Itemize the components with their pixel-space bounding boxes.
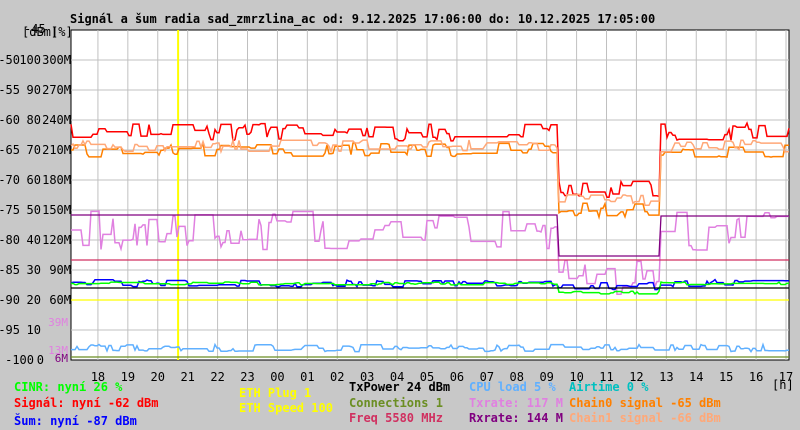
legend-chain0: Chain0 signal -65 dBm — [569, 396, 721, 410]
x-tick-label: 22 — [210, 370, 224, 384]
x-tick-label: 02 — [330, 370, 344, 384]
y-tick-m: 300M — [42, 53, 71, 67]
y-tick-pct: 70 — [27, 143, 41, 157]
y-tick-m: 90M — [49, 263, 71, 277]
legend-airtime: Airtime 0 % — [569, 380, 649, 394]
side-label: 6M — [55, 352, 69, 365]
x-tick-label: 14 — [689, 370, 703, 384]
legend-rxrate: Rxrate: 144 M — [469, 411, 563, 425]
y-tick-dbm: -75 — [0, 203, 20, 217]
legend-freq: Freq 5580 MHz — [349, 411, 443, 425]
x-tick-label: 21 — [180, 370, 194, 384]
y-tick-dbm: -95 — [0, 323, 20, 337]
y-tick-pct: 90 — [27, 83, 41, 97]
y-tick-dbm: -55 — [0, 83, 20, 97]
y-tick-pct: 60 — [27, 173, 41, 187]
y-tick-pct: 20 — [27, 293, 41, 307]
legend-cpu: CPU load 5 % — [469, 380, 556, 394]
x-tick-label: 00 — [270, 370, 284, 384]
x-tick-label: 20 — [151, 370, 165, 384]
y-tick-m: 210M — [42, 143, 71, 157]
y-tick-m: 120M — [42, 233, 71, 247]
y-tick-pct: 40 — [27, 233, 41, 247]
legend-signal: Signál: nyní -62 dBm — [14, 396, 159, 410]
y-tick-dbm: -80 — [0, 233, 20, 247]
y-tick-m: 180M — [42, 173, 71, 187]
y-tick-m: 150M — [42, 203, 71, 217]
legend-noise: Šum: nyní -87 dBm — [14, 414, 137, 428]
signal-noise-chart: [dBm] [%] -45 -50 100 300M -55 90 270M -60 80 240M -… — [0, 0, 800, 430]
x-tick-label: 23 — [240, 370, 254, 384]
x-tick-label: 16 — [749, 370, 763, 384]
y-tick-pct: 0 — [37, 353, 44, 367]
y-unit-pct: [%] — [51, 25, 73, 39]
legend-txrate: Txrate: 117 M — [469, 396, 563, 410]
plot-svg: [dBm][%]-45-50 100 300M-55 90 270M-60 80 240M-… — [0, 22, 794, 392]
legend-connections: Connections 1 — [349, 396, 443, 410]
y-tick-pct: 100 — [19, 53, 41, 67]
x-tick-label: 13 — [659, 370, 673, 384]
side-label: 39M — [48, 316, 68, 329]
y-tick-pct: 30 — [27, 263, 41, 277]
legend-txpower: TxPower 24 dBm — [349, 380, 451, 394]
x-tick-label: 15 — [719, 370, 733, 384]
y-tick-dbm: -60 — [0, 113, 20, 127]
y-tick-dbm: -70 — [0, 173, 20, 187]
y-tick-m: 60M — [49, 293, 71, 307]
y-tick-pct: 80 — [27, 113, 41, 127]
chart-title: Signál a šum radia sad_zmrzlina_ac od: 9… — [70, 12, 656, 26]
y-tick-pct: 50 — [27, 203, 41, 217]
legend-cinr: CINR: nyní 26 % — [14, 380, 123, 394]
legend-eth-speed: ETH Speed 100 — [239, 401, 333, 415]
x-tick-label: 06 — [450, 370, 464, 384]
y-tick-m: 240M — [42, 113, 71, 127]
legend-eth-plug: ETH Plug 1 — [239, 386, 312, 400]
y-tick-pct: 10 — [27, 323, 41, 337]
x-tick-label: 01 — [300, 370, 314, 384]
y-tick-dbm: -50 — [0, 53, 20, 67]
x-unit: [h] — [772, 378, 794, 392]
y-tick-dbm: -65 — [0, 143, 20, 157]
legend-chain1: Chain1 signal -66 dBm — [569, 411, 721, 425]
y-tick-dbm: -90 — [0, 293, 20, 307]
x-tick-label: 19 — [121, 370, 135, 384]
y-tick-dbm: -85 — [0, 263, 20, 277]
y-tick-dbm: -100 — [5, 353, 34, 367]
y-tick-m: 270M — [42, 83, 71, 97]
y-top-label: -45 — [24, 22, 46, 36]
